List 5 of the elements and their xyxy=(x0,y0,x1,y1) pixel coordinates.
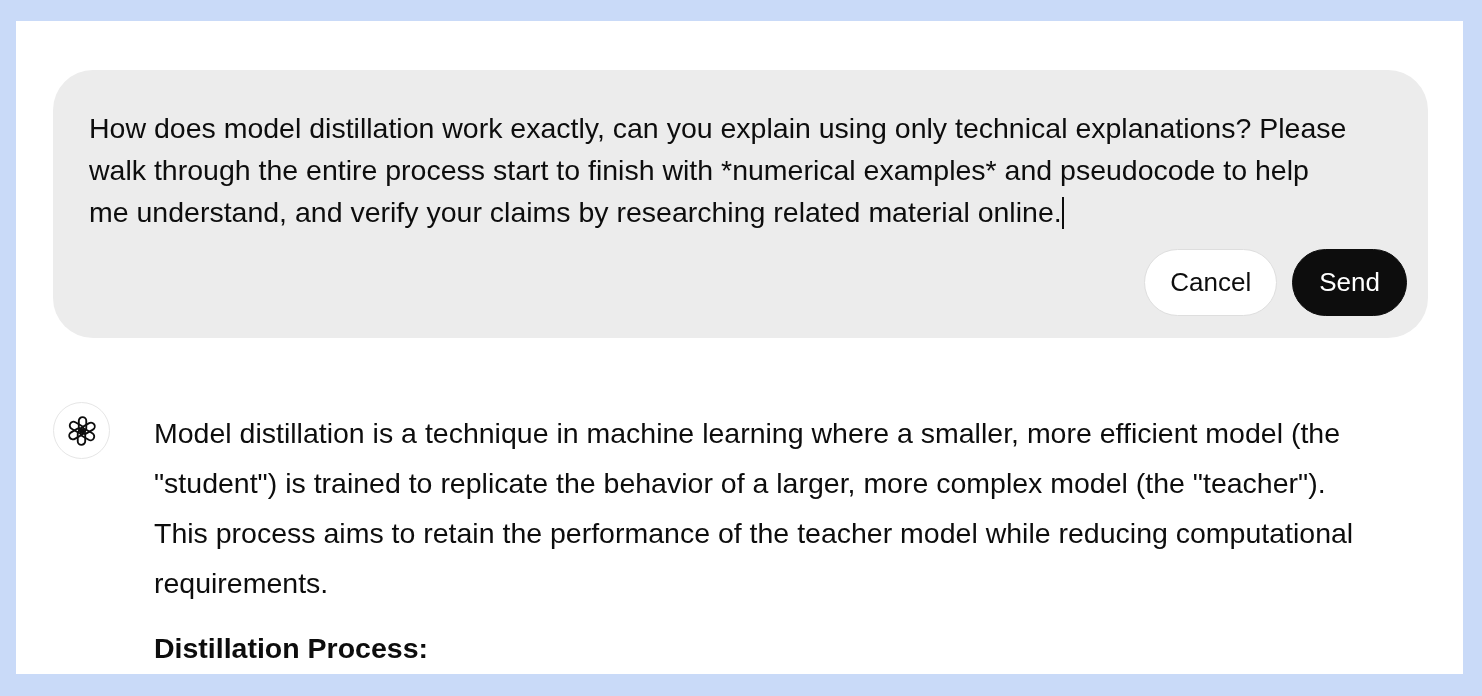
message-input[interactable]: How does model distillation work exactly, can you explain using only technical explanations? Please walk through the entire process start to finish with *numerical examples* and pseudocode to help me understand, and verify your claims by researching related material online. xyxy=(89,107,1352,233)
cancel-button[interactable]: Cancel xyxy=(1144,249,1278,316)
section-heading: Distillation Process: xyxy=(154,631,429,666)
response-paragraph: Model distillation is a technique in machine learning where a smaller, more efficient model (the "student") is trained to replicate the behavior of a larger, more complex model (the "teacher"). This process aims to retain the performance of the teacher model while reducing computational requirements. xyxy=(154,416,1355,601)
send-button[interactable]: Send xyxy=(1292,249,1407,316)
